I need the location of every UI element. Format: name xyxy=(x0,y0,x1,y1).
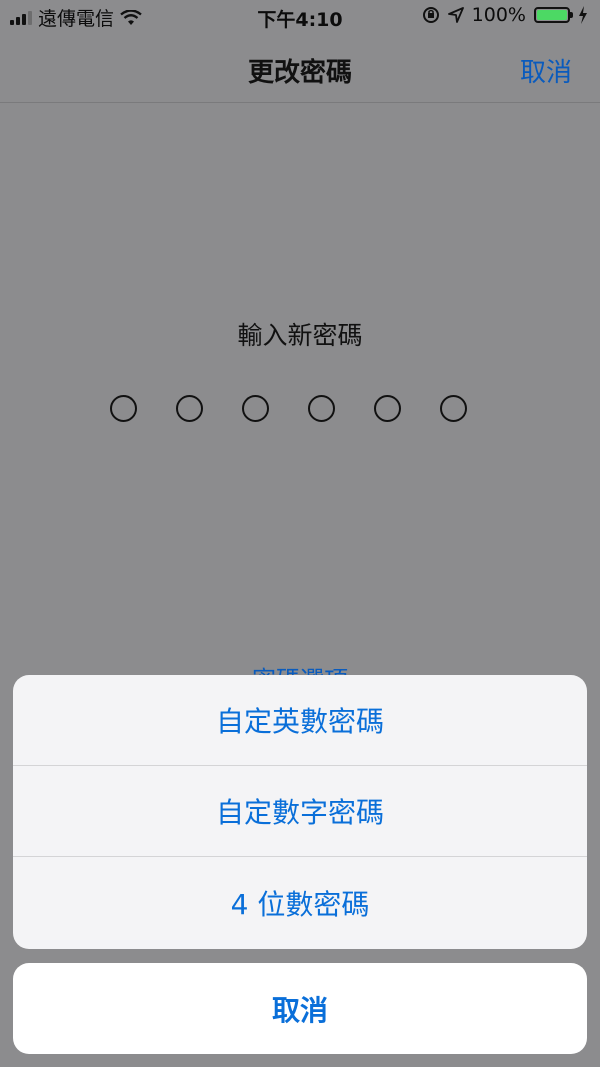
nav-cancel-button[interactable]: 取消 xyxy=(520,52,572,89)
option-custom-numeric[interactable]: 自定數字密碼 xyxy=(13,766,587,857)
orientation-lock-icon xyxy=(422,7,439,23)
passcode-dot xyxy=(308,395,335,422)
action-sheet: 自定英數密碼 自定數字密碼 4 位數密碼 xyxy=(13,675,587,949)
page-title: 更改密碼 xyxy=(247,58,352,88)
navigation-bar: 更改密碼 取消 xyxy=(0,34,600,103)
status-bar: 遠傳電信 下午4:10 100% xyxy=(0,0,600,34)
action-sheet-cancel-button[interactable]: 取消 xyxy=(13,963,587,1054)
charging-bolt-icon xyxy=(579,6,587,24)
option-custom-alphanumeric[interactable]: 自定英數密碼 xyxy=(13,675,587,766)
passcode-dot xyxy=(374,395,401,422)
battery-icon xyxy=(534,7,573,23)
location-arrow-icon xyxy=(447,7,464,23)
passcode-dot xyxy=(242,395,269,422)
option-4-digit[interactable]: 4 位數密碼 xyxy=(13,857,587,949)
battery-percent: 100% xyxy=(471,4,526,26)
passcode-dot xyxy=(110,395,137,422)
passcode-dot xyxy=(176,395,203,422)
change-passcode-screen: 遠傳電信 下午4:10 100% 更改密碼 取消 輸入新密碼 自定英數密碼 自定… xyxy=(0,0,600,1067)
passcode-options-link[interactable]: 密碼選項 xyxy=(0,660,600,676)
passcode-dot xyxy=(440,395,467,422)
battery-fill xyxy=(537,10,567,20)
status-right: 100% xyxy=(422,4,588,26)
passcode-dots xyxy=(110,395,467,422)
passcode-prompt: 輸入新密碼 xyxy=(237,321,363,350)
